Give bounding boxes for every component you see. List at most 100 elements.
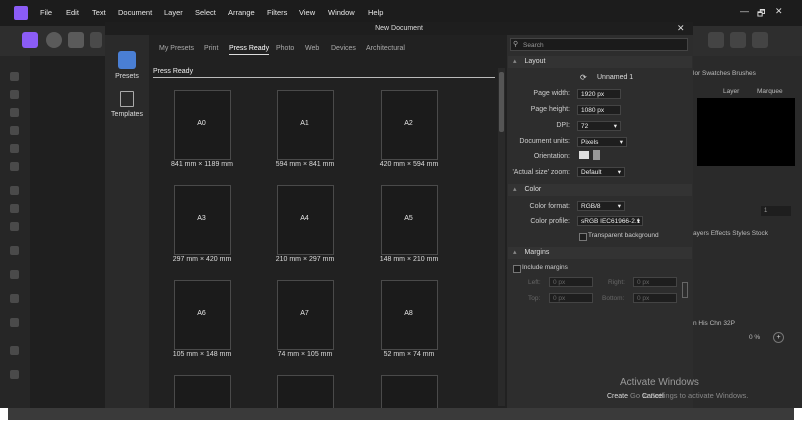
page-width-label: Page width: [533,90,570,97]
menu-help[interactable]: Help [368,8,383,17]
preset-name: A5 [404,215,413,222]
layer-option[interactable]: Layer [723,88,739,95]
templates-icon [120,91,134,107]
nav-templates-label: Templates [111,111,143,118]
grid-icon[interactable] [752,32,768,48]
pixel-persona-icon[interactable] [46,32,62,48]
menu-document[interactable]: Document [118,8,152,17]
nav-templates[interactable]: Templates [105,91,149,118]
tab-photo[interactable]: Photo [276,45,294,52]
page-height-field[interactable]: 1080 px [577,105,621,115]
activate-windows-watermark: Activate Windows [620,377,699,388]
tab-press-ready[interactable]: Press Ready [229,45,270,55]
node-tool-icon[interactable] [10,90,19,99]
nav-presets[interactable]: Presets [105,51,149,80]
include-margins-checkbox[interactable] [513,265,521,273]
crop-tool-icon[interactable] [10,126,19,135]
app-logo-icon[interactable] [14,6,28,20]
chevron-down-icon: ▾ [617,169,621,176]
menu-window[interactable]: Window [328,8,355,17]
minimize-icon[interactable]: — [740,6,749,16]
margin-right-field[interactable]: 0 px [633,277,677,287]
margin-left-field[interactable]: 0 px [549,277,593,287]
color-picker-tool-icon[interactable] [10,346,19,355]
place-tool-icon[interactable] [10,318,19,327]
layout-header[interactable]: ▴ Layout [508,56,692,68]
preset-name: A0 [197,120,206,127]
menu-select[interactable]: Select [195,8,216,17]
chevron-down-icon: ▾ [613,123,617,130]
tab-my-presets[interactable]: My Presets [159,45,194,52]
brush-tool-icon[interactable] [10,144,19,153]
units-select[interactable]: Pixels ▾ [577,137,627,147]
preset-card[interactable] [381,375,438,409]
menu-text[interactable]: Text [92,8,106,17]
menu-file[interactable]: File [40,8,52,17]
tab-print[interactable]: Print [204,45,218,52]
dpi-select[interactable]: 72 ▾ [577,121,621,131]
create-button[interactable]: Create [607,393,628,400]
snap-icon[interactable] [708,32,724,48]
preset-card[interactable] [277,375,334,409]
fill-tool-icon[interactable] [10,162,19,171]
refresh-icon[interactable]: ⟳ [580,73,587,82]
section-title: Press Ready [153,68,194,75]
align-icon[interactable] [90,32,102,48]
margin-top-label: Top: [528,295,541,302]
designer-persona-icon[interactable] [22,32,38,48]
color-profile-value: sRGB IEC61966-2.1 [581,218,641,225]
link-margins-icon[interactable] [682,282,688,298]
add-icon[interactable]: + [773,332,784,343]
menu-filters[interactable]: Filters [267,8,287,17]
right-panels: lor Swatches Brushes Layer Marquee 1 aye… [693,56,802,408]
marquee-option[interactable]: Marquee [757,88,783,95]
cancel-button[interactable]: Cancel [642,393,664,400]
layout-header-label: Layout [524,58,546,65]
section-divider [153,77,495,78]
menu-arrange[interactable]: Arrange [228,8,255,17]
history-panel-tabs[interactable]: n His Chn 32P [693,320,735,327]
gradient-tool-icon[interactable] [10,270,19,279]
zoom-tool-icon[interactable] [10,370,19,379]
pencil-tool-icon[interactable] [10,246,19,255]
dialog-nav: Presets Templates [105,35,149,408]
preset-size: 297 mm × 420 mm [172,256,232,263]
preset-name: A8 [404,310,413,317]
margin-top-field[interactable]: 0 px [549,293,593,303]
zoom-select[interactable]: Default ▾ [577,167,625,177]
pen-tool-icon[interactable] [10,108,19,117]
opacity-field[interactable]: 1 [761,206,791,216]
move-tool-icon[interactable] [10,72,19,81]
document-name[interactable]: Unnamed 1 [597,74,633,81]
menu-edit[interactable]: Edit [66,8,79,17]
transparent-bg-checkbox[interactable] [579,233,587,241]
page-width-field[interactable]: 1920 px [577,89,621,99]
tab-web[interactable]: Web [305,45,319,52]
units-label: Document units: [519,138,570,145]
view-mode-icon[interactable] [730,32,746,48]
color-format-select[interactable]: RGB/8 ▾ [577,201,625,211]
menu-view[interactable]: View [299,8,315,17]
margins-header[interactable]: ▴ Margins [508,247,692,259]
color-panel-tabs[interactable]: lor Swatches Brushes [693,70,756,77]
export-persona-icon[interactable] [68,32,84,48]
color-profile-select[interactable]: sRGB IEC61966-2.1 ▾ [577,216,643,226]
tab-architectural[interactable]: Architectural [366,45,405,52]
shape-tool-icon[interactable] [10,186,19,195]
layers-panel-tabs[interactable]: ayers Effects Styles Stock [693,230,768,237]
landscape-icon[interactable] [579,151,589,159]
text-tool-icon[interactable] [10,222,19,231]
preset-card[interactable] [174,375,231,409]
menu-layer[interactable]: Layer [164,8,183,17]
search-input[interactable]: Search [510,38,688,51]
transparency-tool-icon[interactable] [10,294,19,303]
portrait-icon[interactable] [593,150,600,160]
ellipse-tool-icon[interactable] [10,204,19,213]
margin-bottom-field[interactable]: 0 px [633,293,677,303]
preset-size: 105 mm × 148 mm [172,351,232,358]
color-header[interactable]: ▴ Color [508,184,692,196]
close-window-icon[interactable]: ✕ [775,6,783,17]
tab-devices[interactable]: Devices [331,45,356,52]
restore-icon[interactable]: 🗗 [757,6,765,22]
dialog-close-icon[interactable]: ✕ [677,23,685,34]
